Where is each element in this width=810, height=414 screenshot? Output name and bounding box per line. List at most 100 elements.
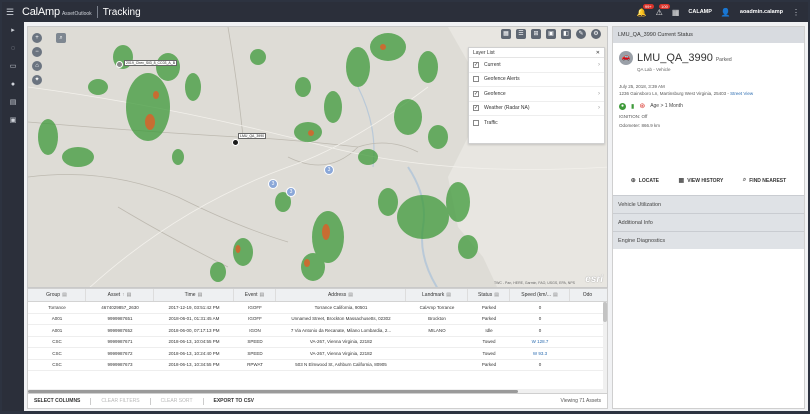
column-header-odo[interactable]: Odo: [570, 289, 605, 301]
org-name[interactable]: CALAMP: [688, 9, 712, 15]
checkbox-unchecked[interactable]: [473, 120, 479, 127]
asset-group: QA Lab - Vehicle: [637, 67, 671, 72]
layer-item-geofence-alerts[interactable]: Geofence Alerts: [469, 73, 604, 87]
cluster-marker[interactable]: 3: [268, 179, 278, 189]
basemap-icon[interactable]: ▦: [501, 29, 511, 39]
column-header-landmark[interactable]: Landmark ▤: [406, 289, 468, 301]
section-vehicle-utilization[interactable]: Vehicle Utilization: [613, 195, 804, 213]
layer-item-weather[interactable]: ✓ Weather (Radar NA) ›: [469, 102, 604, 116]
export-csv-button[interactable]: EXPORT TO CSV: [214, 398, 254, 404]
chevron-right-icon[interactable]: ›: [598, 62, 600, 68]
main-content: + − ⌂ ✦ ⌕ ▦ ☰ ⊞ ▣ ◧ ✎ ⚙ 2019_Chev_Sil3_8…: [24, 22, 808, 411]
vertical-scrollbar[interactable]: [603, 302, 607, 393]
checkbox-unchecked[interactable]: [473, 76, 479, 83]
column-menu-icon[interactable]: ▤: [62, 292, 67, 298]
vehicle-marker[interactable]: [116, 61, 123, 68]
map-search-icon[interactable]: ⌕: [56, 33, 66, 43]
column-menu-icon[interactable]: ▤: [198, 292, 203, 298]
column-label: Time: [184, 292, 196, 298]
column-header-event[interactable]: Event ▤: [234, 289, 276, 301]
current-status-panel: LMU_QA_3990 Current Status 🚗 LMU_QA_3990…: [612, 26, 805, 409]
search-icon: ⌕: [742, 177, 747, 183]
view-history-label: VIEW HISTORY: [687, 177, 724, 184]
bookmark-icon[interactable]: ◧: [561, 29, 571, 39]
column-menu-icon[interactable]: ▤: [446, 292, 451, 298]
gps-status-icon: ●: [619, 102, 626, 110]
close-icon[interactable]: ✕: [596, 50, 600, 56]
compass-icon[interactable]: ✦: [32, 75, 42, 85]
column-header-speed[interactable]: Speed (km/... ▤: [510, 289, 570, 301]
battery-icon: ▮: [631, 103, 635, 110]
layer-item-geofence[interactable]: ✓ Geofence ›: [469, 87, 604, 102]
chevron-right-icon[interactable]: ›: [598, 105, 600, 111]
clear-sort-button[interactable]: CLEAR SORT: [161, 398, 193, 404]
section-engine-diagnostics[interactable]: Engine Diagnostics: [613, 231, 804, 249]
expand-arrow-icon[interactable]: ▸: [2, 22, 24, 40]
column-header-status[interactable]: Status ▤: [468, 289, 510, 301]
find-nearest-button[interactable]: ⌕ FIND NEAREST: [743, 177, 786, 184]
table-cell: Parked: [481, 316, 497, 322]
calendar-icon[interactable]: ▭: [2, 58, 24, 76]
measure-icon[interactable]: ⊞: [531, 29, 541, 39]
layer-item-traffic[interactable]: Traffic: [469, 116, 604, 131]
select-columns-button[interactable]: SELECT COLUMNS: [34, 398, 80, 404]
table-cell: IGOFF: [248, 304, 262, 310]
scrollbar-thumb[interactable]: [603, 302, 607, 322]
report-icon[interactable]: ▣: [2, 112, 24, 130]
clear-filters-button[interactable]: CLEAR FILTERS: [101, 398, 139, 404]
table-cell: [570, 325, 605, 336]
table-row[interactable]: CSC 9999987673 2018-06-13, 10:34:55 PM RPWA…: [28, 360, 607, 371]
column-header-group[interactable]: Group ▤: [28, 289, 86, 301]
table-row[interactable]: A001 9999987652 2018-06-00, 07:17:13 PM IGO…: [28, 325, 607, 337]
user-name[interactable]: aoadmin.calamp: [740, 9, 783, 15]
table-cell: W 128.7: [531, 339, 549, 345]
tracking-icon[interactable]: ◌: [2, 40, 24, 58]
map-view[interactable]: + − ⌂ ✦ ⌕ ▦ ☰ ⊞ ▣ ◧ ✎ ⚙ 2019_Chev_Sil3_8…: [27, 26, 608, 288]
table-row[interactable]: Torrance 4674029857_2630 2017-12-19, 03:51…: [28, 302, 607, 314]
zoom-out-button[interactable]: −: [32, 47, 42, 57]
home-extent-button[interactable]: ⌂: [32, 61, 42, 71]
horizontal-scrollbar[interactable]: [28, 389, 605, 393]
column-menu-icon[interactable]: ▤: [553, 292, 558, 298]
zoom-in-button[interactable]: +: [32, 33, 42, 43]
table-row[interactable]: A001 9999987651 2018-06-01, 01:31:45 AM IGO…: [28, 314, 607, 325]
view-history-button[interactable]: ▦ VIEW HISTORY: [679, 177, 724, 185]
column-header-time[interactable]: Time ▤: [154, 289, 234, 301]
table-row[interactable]: CSC 9999987672 2018-06-13, 10:24:40 PM SPEE…: [28, 348, 607, 360]
table-row[interactable]: CSC 9999987671 2018-06-13, 10:04:55 PM SPEE…: [28, 337, 607, 348]
print-icon[interactable]: ▣: [546, 29, 556, 39]
grid-icon[interactable]: ▤: [2, 94, 24, 112]
column-header-address[interactable]: Address ▤: [276, 289, 406, 301]
checkbox-checked[interactable]: ✓: [473, 90, 479, 97]
cluster-marker[interactable]: 3: [324, 165, 334, 175]
checkbox-checked[interactable]: ✓: [473, 61, 479, 68]
column-header-asset[interactable]: Asset ↑ ▤: [86, 289, 154, 301]
street-view-link[interactable]: Street View: [730, 91, 753, 96]
vehicle-marker[interactable]: [232, 139, 239, 146]
layer-item-current[interactable]: ✓ Current ›: [469, 58, 604, 73]
layers-icon[interactable]: ☰: [516, 29, 526, 39]
table-cell: [570, 348, 605, 359]
alert-icon[interactable]: ⚠ 100: [656, 3, 670, 17]
settings-icon[interactable]: ⚙: [591, 29, 601, 39]
chevron-right-icon[interactable]: ›: [598, 91, 600, 97]
bell-icon[interactable]: 🔔 99+: [637, 3, 654, 17]
more-options-icon[interactable]: ⋮: [792, 8, 800, 17]
column-menu-icon[interactable]: ▤: [260, 292, 265, 298]
section-additional-info[interactable]: Additional Info: [613, 213, 804, 231]
draw-icon[interactable]: ✎: [576, 29, 586, 39]
scrollbar-thumb[interactable]: [28, 389, 518, 393]
sort-icon[interactable]: ↑: [122, 292, 125, 298]
column-menu-icon[interactable]: ▤: [494, 292, 499, 298]
hamburger-menu-icon[interactable]: ☰: [2, 7, 18, 18]
vehicle-label[interactable]: LMU_QA_3990: [238, 133, 267, 139]
column-menu-icon[interactable]: ▤: [127, 292, 132, 298]
column-menu-icon[interactable]: ▤: [348, 292, 353, 298]
column-label: Status: [478, 292, 493, 298]
cluster-marker[interactable]: 3: [286, 187, 296, 197]
status-actions: ⊕ LOCATE ▦ VIEW HISTORY ⌕ FIND NEAREST: [613, 177, 804, 184]
vehicle-label[interactable]: 2019_Chev_Sil3_8_CC03_A_B: [124, 60, 178, 66]
locate-button[interactable]: ⊕ LOCATE: [631, 177, 659, 185]
checkbox-checked[interactable]: ✓: [473, 105, 479, 112]
location-pin-icon[interactable]: ●: [2, 76, 24, 94]
